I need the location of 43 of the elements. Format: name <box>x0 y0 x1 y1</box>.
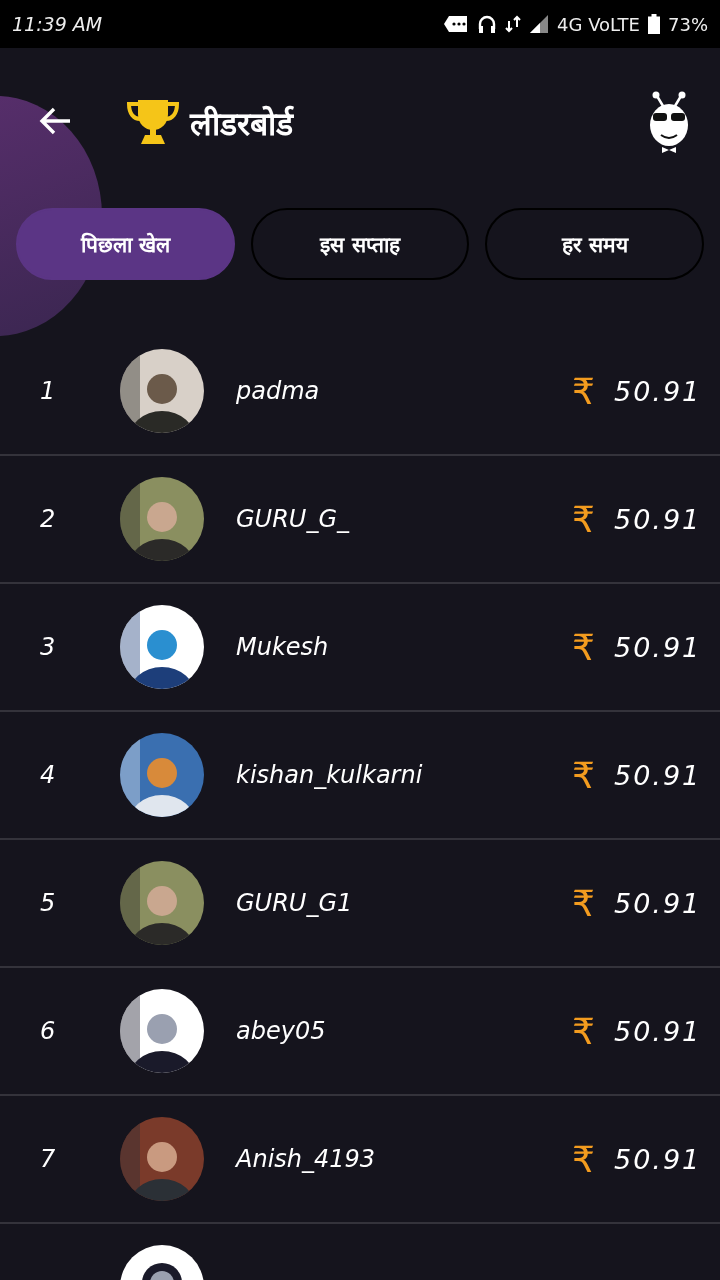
back-arrow-icon[interactable] <box>38 106 72 136</box>
player-name: GURU_G1 <box>236 889 354 917</box>
player-name: padma <box>236 377 321 405</box>
rank-number: 7 <box>39 1145 57 1173</box>
trophy-icon <box>126 98 180 146</box>
player-name: Mukesh <box>236 633 330 661</box>
player-name: kishan_kulkarni <box>236 761 424 789</box>
prize-amount: 50.91 <box>614 759 703 791</box>
tab[interactable]: इस सप्ताह <box>250 208 470 280</box>
player-name: Anish_4193 <box>236 1145 377 1173</box>
message-icon <box>443 15 469 33</box>
prize-amount: 50.91 <box>614 887 703 919</box>
currency-symbol: ₹ <box>572 1010 596 1052</box>
rank-number: 2 <box>39 505 57 533</box>
data-arrows-icon <box>505 15 521 33</box>
rank-number: 5 <box>39 889 57 917</box>
status-time: 11:39 AM <box>12 13 103 35</box>
page-title: लीडरबोर्ड <box>190 103 295 144</box>
rank-number: 6 <box>39 1017 57 1045</box>
prize-amount: 50.91 <box>614 1143 703 1175</box>
currency-symbol: ₹ <box>572 1138 596 1180</box>
rank-number: 1 <box>39 377 57 405</box>
headphones-icon <box>477 14 497 34</box>
network-label: 4G VoLTE <box>557 13 640 35</box>
battery-icon <box>648 14 660 34</box>
tab[interactable]: पिछला खेल <box>16 208 235 280</box>
mascot-icon[interactable] <box>648 91 690 153</box>
currency-symbol: ₹ <box>572 370 596 412</box>
battery-percent: 73% <box>668 13 708 35</box>
prize-amount: 50.91 <box>614 503 703 535</box>
currency-symbol: ₹ <box>572 882 596 924</box>
prize-amount: 50.91 <box>614 375 703 407</box>
prize-amount: 50.91 <box>614 631 703 663</box>
tab[interactable]: हर समय <box>485 208 704 280</box>
currency-symbol: ₹ <box>572 498 596 540</box>
signal-icon <box>529 14 549 34</box>
prize-amount: 50.91 <box>614 1015 703 1047</box>
player-name: GURU_G_ <box>236 505 351 533</box>
currency-symbol: ₹ <box>572 754 596 796</box>
player-name: abey05 <box>236 1017 327 1045</box>
rank-number: 4 <box>39 761 57 789</box>
currency-symbol: ₹ <box>572 626 596 668</box>
rank-number: 3 <box>39 633 57 661</box>
